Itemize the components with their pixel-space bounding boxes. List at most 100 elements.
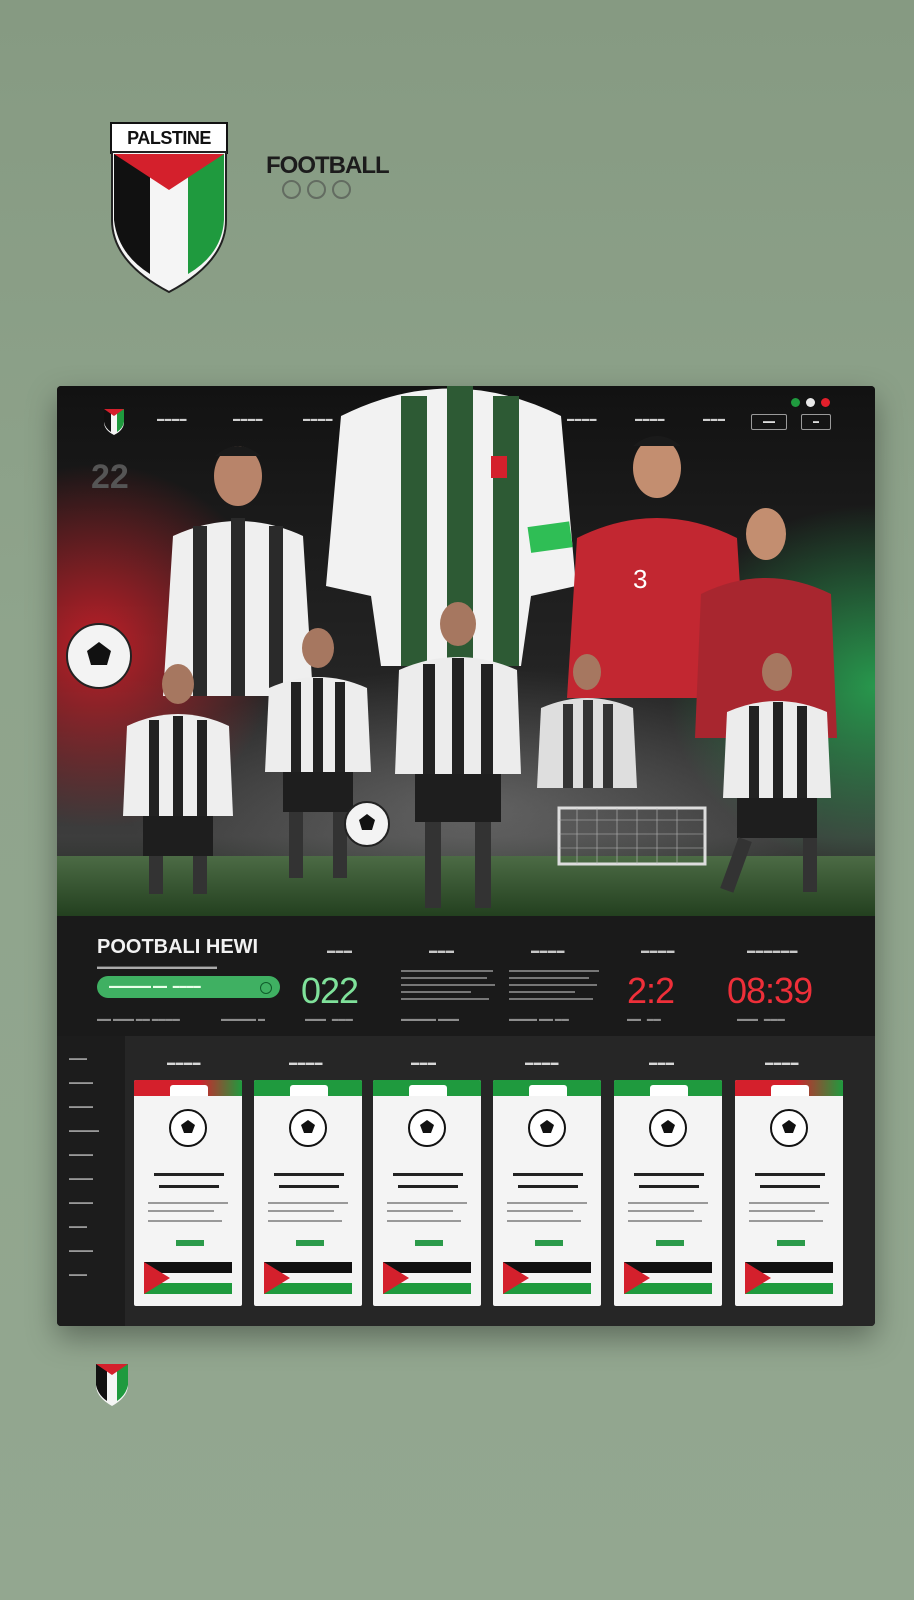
- side-menu-item[interactable]: ▬▬▬: [69, 1272, 87, 1278]
- nav-button[interactable]: ▬: [801, 414, 831, 430]
- column-footer: ▬▬ ▬▬: [627, 1016, 661, 1023]
- brand-wordmark: FOOTBALL: [266, 152, 390, 179]
- football-icon: [408, 1109, 446, 1147]
- strip-footer-text: ▬▬▬▬▬ ▬: [221, 1016, 265, 1023]
- score-strip: POOTBALI HEWI ▬▬▬▬▬▬▬▬▬▬▬▬▬▬▬ ▬▬▬▬▬▬ ▬▬ …: [57, 916, 875, 1036]
- card-badge: [777, 1240, 805, 1246]
- card-tab: [170, 1085, 208, 1096]
- football-icon: [528, 1109, 566, 1147]
- palestine-flag-icon: [745, 1262, 833, 1294]
- card-title: ▬▬▬▬▬▬▬ ▬▬▬▬▬▬: [274, 1168, 344, 1191]
- card-badge: [656, 1240, 684, 1246]
- card-badge: [176, 1240, 204, 1246]
- score-middle: 2:2: [627, 970, 675, 1011]
- card-badge: [415, 1240, 443, 1246]
- ring-icon: [332, 180, 351, 199]
- card-title: ▬▬▬▬▬▬▬ ▬▬▬▬▬▬: [634, 1168, 704, 1191]
- side-menu-item[interactable]: ▬▬▬: [69, 1056, 87, 1062]
- card-title: ▬▬▬▬▬▬▬ ▬▬▬▬▬▬: [154, 1168, 224, 1191]
- category-label: ▬▬▬▬: [525, 1058, 559, 1067]
- nav-item[interactable]: ▬▬▬: [703, 416, 726, 423]
- news-card[interactable]: ▬▬▬▬▬▬▬ ▬▬▬▬▬▬: [493, 1080, 601, 1306]
- category-label: ▬▬▬: [649, 1058, 675, 1067]
- card-title: ▬▬▬▬▬▬▬ ▬▬▬▬▬▬: [755, 1168, 825, 1191]
- side-menu-item[interactable]: ▬▬▬▬: [69, 1152, 93, 1158]
- hero-year-mark: 22: [91, 458, 129, 496]
- card-badge: [296, 1240, 324, 1246]
- news-lines: [401, 970, 501, 1005]
- signup-bar[interactable]: ▬▬▬▬▬▬ ▬▬ ▬▬▬▬: [97, 976, 280, 998]
- signup-bar-text: ▬▬▬▬▬▬ ▬▬ ▬▬▬▬: [109, 983, 201, 990]
- card-text-line: [268, 1202, 348, 1204]
- card-text-line: [507, 1220, 581, 1222]
- main-window: ▬▬▬▬ ▬▬▬▬ ▬▬▬▬ ▬▬▬ ▬▬▬▬ ▬▬▬▬ ▬▬▬ ▬▬ ▬ 22: [57, 386, 875, 1326]
- side-menu-item[interactable]: ▬▬▬▬: [69, 1080, 93, 1086]
- column-header: ▬▬▬▬: [641, 946, 675, 955]
- card-text-line: [387, 1202, 467, 1204]
- card-text-line: [387, 1210, 453, 1212]
- card-title: ▬▬▬▬▬▬▬ ▬▬▬▬▬▬: [393, 1168, 463, 1191]
- category-label: ▬▬▬▬: [289, 1058, 323, 1067]
- red-dot-icon[interactable]: [821, 398, 830, 407]
- football-icon: [344, 801, 390, 847]
- card-text-line: [387, 1220, 461, 1222]
- player-center: [395, 602, 521, 908]
- column-footer: ▬▬▬ ▬▬▬: [737, 1016, 785, 1023]
- side-menu-item[interactable]: ▬▬▬▬▬: [69, 1128, 99, 1134]
- palestine-flag-icon: [144, 1262, 232, 1294]
- card-tab: [771, 1085, 809, 1096]
- football-icon: [649, 1109, 687, 1147]
- category-label: ▬▬▬▬: [765, 1058, 799, 1067]
- brand-rings: [282, 180, 351, 199]
- card-text-line: [268, 1220, 342, 1222]
- strip-footer-text: ▬▬ ▬▬▬ ▬▬ ▬▬▬▬: [97, 1016, 180, 1023]
- palestine-flag-icon: [383, 1262, 471, 1294]
- nav-item[interactable]: ▬▬▬▬: [233, 416, 263, 423]
- card-badge: [535, 1240, 563, 1246]
- goal-net: [557, 806, 707, 866]
- player-bottom-left: [123, 664, 233, 894]
- score-right: 08:39: [727, 970, 813, 1011]
- category-label: ▬▬▬▬: [167, 1058, 201, 1067]
- side-menu-item[interactable]: ▬▬▬▬: [69, 1200, 93, 1206]
- strip-subtitle: ▬▬▬▬▬▬▬▬▬▬▬▬▬▬▬: [97, 962, 217, 971]
- side-menu: ▬▬▬ ▬▬▬▬ ▬▬▬▬ ▬▬▬▬▬ ▬▬▬▬ ▬▬▬▬ ▬▬▬▬ ▬▬▬ ▬…: [57, 1036, 125, 1326]
- nav-item[interactable]: ▬▬▬▬: [635, 416, 665, 423]
- window-controls: [791, 398, 830, 407]
- news-card[interactable]: ▬▬▬▬▬▬▬ ▬▬▬▬▬▬: [614, 1080, 722, 1306]
- card-text-line: [268, 1210, 334, 1212]
- side-menu-item[interactable]: ▬▬▬: [69, 1224, 87, 1230]
- side-menu-item[interactable]: ▬▬▬▬: [69, 1176, 93, 1182]
- football-icon: [169, 1109, 207, 1147]
- news-card[interactable]: ▬▬▬▬▬▬▬ ▬▬▬▬▬▬: [373, 1080, 481, 1306]
- card-text-line: [749, 1202, 829, 1204]
- news-cards-section: ▬▬▬ ▬▬▬▬ ▬▬▬▬ ▬▬▬▬▬ ▬▬▬▬ ▬▬▬▬ ▬▬▬▬ ▬▬▬ ▬…: [57, 1036, 875, 1326]
- side-menu-item[interactable]: ▬▬▬▬: [69, 1104, 93, 1110]
- ring-icon: [282, 180, 301, 199]
- white-dot-icon[interactable]: [806, 398, 815, 407]
- green-dot-icon[interactable]: [791, 398, 800, 407]
- ring-icon: [307, 180, 326, 199]
- card-text-line: [148, 1210, 214, 1212]
- news-card[interactable]: ▬▬▬▬▬▬▬ ▬▬▬▬▬▬: [254, 1080, 362, 1306]
- card-tab: [529, 1085, 567, 1096]
- news-card[interactable]: ▬▬▬▬▬▬▬ ▬▬▬▬▬▬: [134, 1080, 242, 1306]
- news-lines: [509, 970, 609, 1005]
- card-tab: [650, 1085, 688, 1096]
- toggle-knob-icon: [260, 982, 272, 994]
- side-menu-item[interactable]: ▬▬▬▬: [69, 1248, 93, 1254]
- card-text-line: [148, 1202, 228, 1204]
- jersey-number: 3: [633, 564, 647, 594]
- news-card[interactable]: ▬▬▬▬▬▬▬ ▬▬▬▬▬▬: [735, 1080, 843, 1306]
- card-text-line: [749, 1220, 823, 1222]
- nav-logo-icon[interactable]: [103, 408, 125, 436]
- card-text-line: [628, 1202, 708, 1204]
- palestine-shield-icon: [111, 151, 227, 294]
- palestine-flag-icon: [264, 1262, 352, 1294]
- nav-item[interactable]: ▬▬▬▬: [157, 416, 187, 423]
- column-footer: ▬▬▬▬▬ ▬▬▬: [401, 1016, 459, 1023]
- column-header: ▬▬▬: [429, 946, 455, 955]
- card-text-line: [628, 1210, 694, 1212]
- card-text-line: [507, 1202, 587, 1204]
- card-tab: [290, 1085, 328, 1096]
